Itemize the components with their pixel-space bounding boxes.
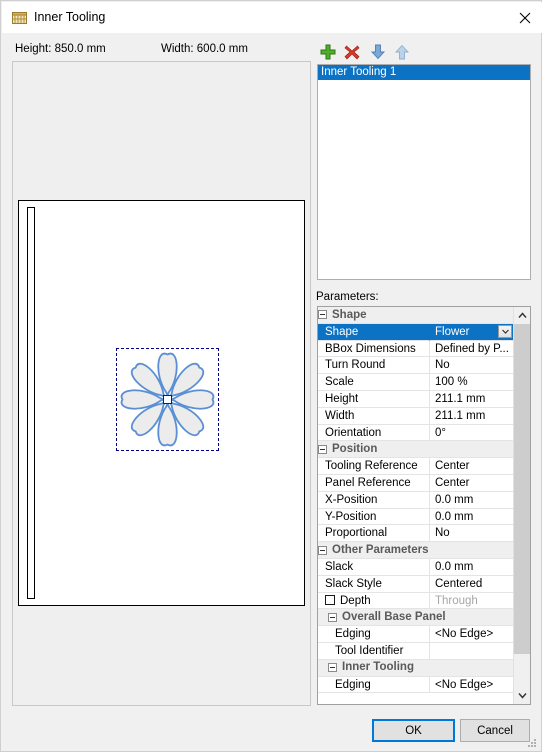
param-row[interactable]: Slack Style Centered: [318, 575, 514, 593]
add-button[interactable]: [319, 43, 337, 61]
collapse-expander-icon[interactable]: [318, 545, 327, 555]
param-value[interactable]: 0°: [430, 425, 514, 442]
window-title: Inner Tooling: [34, 10, 106, 24]
param-value[interactable]: Center: [430, 475, 514, 492]
inner-tooling-icon: [11, 9, 28, 26]
close-icon: [519, 12, 531, 24]
close-button[interactable]: [507, 3, 542, 33]
param-group-header[interactable]: Inner Tooling: [318, 659, 514, 677]
param-row[interactable]: Slack 0.0 mm: [318, 558, 514, 576]
arrow-up-icon: [394, 44, 410, 60]
param-value[interactable]: [430, 643, 514, 660]
list-toolbar: [317, 43, 531, 63]
param-row[interactable]: Orientation 0°: [318, 424, 514, 442]
param-value[interactable]: 0.0 mm: [430, 559, 514, 576]
depth-checkbox[interactable]: [325, 594, 335, 605]
collapse-expander-icon[interactable]: [318, 310, 327, 320]
param-row[interactable]: BBox Dimensions Defined by P...: [318, 340, 514, 358]
param-row[interactable]: Edging <No Edge>: [318, 676, 514, 694]
chevron-down-icon: [518, 693, 527, 699]
param-row[interactable]: Width 211.1 mm: [318, 407, 514, 425]
inner-tooling-dialog: Inner Tooling Height: 850.0 mm Width: 60…: [0, 0, 542, 752]
param-value[interactable]: <No Edge>: [430, 626, 514, 643]
list-item[interactable]: Inner Tooling 1: [318, 65, 530, 80]
parameters-grid[interactable]: Shape Shape Flower BBox Dimensions Defined b…: [317, 306, 531, 705]
param-row[interactable]: Proportional No: [318, 525, 514, 543]
param-value[interactable]: No: [430, 357, 514, 375]
inner-tooling-shape[interactable]: [116, 348, 219, 451]
delete-button[interactable]: [343, 43, 361, 61]
scrollbar-thumb[interactable]: [514, 324, 530, 654]
shape-dropdown-button[interactable]: [498, 325, 512, 339]
param-row[interactable]: Y-Position 0.0 mm: [318, 508, 514, 526]
param-group-header[interactable]: Shape: [318, 307, 514, 324]
param-value[interactable]: <No Edge>: [430, 677, 514, 694]
collapse-expander-icon[interactable]: [318, 444, 327, 454]
param-group-header[interactable]: Overall Base Panel: [318, 609, 514, 627]
param-value[interactable]: Centered: [430, 576, 514, 593]
param-value[interactable]: 0.0 mm: [430, 492, 514, 509]
param-row[interactable]: Panel Reference Center: [318, 474, 514, 492]
param-row[interactable]: Turn Round No: [318, 357, 514, 375]
title-bar: Inner Tooling: [2, 2, 542, 33]
chevron-down-icon: [501, 329, 509, 335]
param-value[interactable]: 100 %: [430, 374, 514, 391]
param-value[interactable]: Center: [430, 458, 514, 475]
param-value[interactable]: 0.0 mm: [430, 509, 514, 526]
parameters-label: Parameters:: [316, 291, 379, 303]
shape-center-handle[interactable]: [163, 395, 172, 404]
panel-height-label: Height: 850.0 mm: [15, 43, 106, 55]
param-row[interactable]: Scale 100 %: [318, 374, 514, 391]
move-down-button[interactable]: [369, 43, 387, 61]
param-value[interactable]: Defined by P...: [430, 341, 514, 358]
chevron-up-icon: [518, 312, 527, 318]
cancel-button[interactable]: Cancel: [460, 719, 530, 742]
collapse-expander-icon[interactable]: [328, 612, 337, 622]
panel-outline: [18, 200, 305, 606]
param-row[interactable]: Tooling Reference Center: [318, 458, 514, 475]
param-value[interactable]: 211.1 mm: [430, 391, 514, 408]
move-up-button[interactable]: [393, 43, 411, 61]
param-group-header[interactable]: Position: [318, 441, 514, 459]
resize-grip-icon[interactable]: [528, 739, 537, 748]
param-row[interactable]: Depth Through: [318, 592, 514, 610]
close-x-icon: [344, 45, 360, 60]
param-row[interactable]: X-Position 0.0 mm: [318, 491, 514, 509]
param-value[interactable]: Through: [430, 593, 514, 610]
param-group-label: Shape: [332, 308, 367, 321]
collapse-expander-icon[interactable]: [328, 663, 337, 673]
param-row[interactable]: Shape Flower: [318, 323, 514, 341]
panel-edge-band: [27, 207, 35, 599]
param-row[interactable]: Height 211.1 mm: [318, 390, 514, 408]
param-group-label: Overall Base Panel: [342, 610, 446, 623]
parameters-scrollbar[interactable]: [513, 307, 530, 704]
arrow-down-icon: [370, 44, 386, 60]
param-value[interactable]: Flower: [430, 323, 514, 341]
param-row[interactable]: Edging <No Edge>: [318, 626, 514, 643]
param-group-header[interactable]: Other Parameters: [318, 542, 514, 559]
param-value[interactable]: 211.1 mm: [430, 408, 514, 425]
param-value[interactable]: No: [430, 525, 514, 543]
param-group-label: Other Parameters: [332, 543, 429, 556]
inner-tooling-list[interactable]: Inner Tooling 1: [317, 64, 531, 280]
panel-width-label: Width: 600.0 mm: [161, 43, 248, 55]
scroll-down-button[interactable]: [514, 687, 530, 704]
plus-icon: [320, 44, 336, 60]
scroll-up-button[interactable]: [514, 307, 530, 324]
ok-button[interactable]: OK: [372, 719, 455, 742]
param-group-label: Inner Tooling: [342, 661, 414, 674]
param-key-label: Depth: [340, 594, 371, 607]
param-row[interactable]: Tool Identifier: [318, 642, 514, 660]
preview-canvas[interactable]: [12, 61, 311, 706]
param-group-label: Position: [332, 442, 378, 455]
